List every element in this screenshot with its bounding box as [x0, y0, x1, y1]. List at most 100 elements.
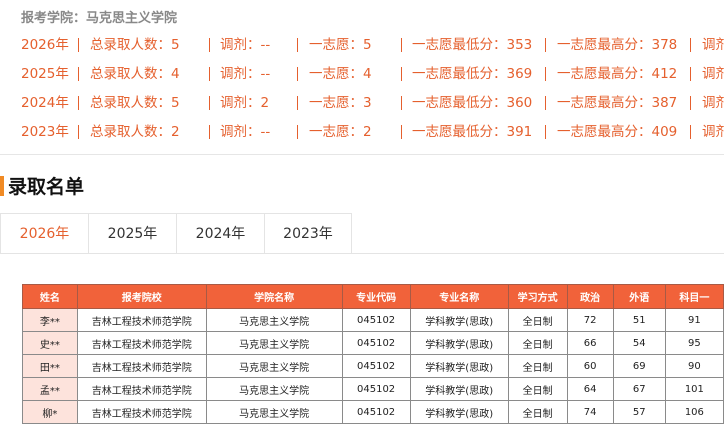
cell-foreign-language: 67 — [612, 377, 666, 401]
tab-2026[interactable]: 2026年 — [0, 213, 89, 254]
stat-adjust: 调剂：-- — [220, 66, 271, 82]
cell-school: 吉林工程技术师范学院 — [76, 400, 207, 424]
stat-year: 2023年 — [21, 124, 69, 140]
table-row: 史** 吉林工程技术师范学院 马克思主义学院 045102 学科教学(思政) 全… — [22, 331, 724, 355]
divider — [545, 67, 546, 81]
stat-adjust: 调剂：-- — [220, 37, 271, 53]
stat-max-score: 一志愿最高分：387 — [557, 95, 678, 111]
cell-study-mode: 全日制 — [507, 377, 568, 401]
cell-name: 史** — [22, 331, 78, 355]
divider — [401, 125, 402, 139]
cell-school: 吉林工程技术师范学院 — [76, 308, 207, 332]
cell-subject-one: 101 — [664, 377, 724, 401]
divider — [78, 96, 79, 110]
cell-major-name: 学科教学(思政) — [409, 354, 509, 378]
cell-name: 田** — [22, 354, 78, 378]
divider — [401, 38, 402, 52]
cell-foreign-language: 57 — [612, 400, 666, 424]
divider — [297, 67, 298, 81]
stat-total: 总录取人数：4 — [90, 66, 180, 82]
admission-summary-panel: 报考学院：马克思主义学院 2026年 总录取人数：5 调剂：-- 一志愿：5 一… — [0, 0, 724, 155]
cell-study-mode: 全日制 — [507, 331, 568, 355]
col-header-politics: 政治 — [566, 284, 614, 309]
school-header: 报考学院：马克思主义学院 — [21, 11, 178, 26]
stat-total: 总录取人数：5 — [90, 95, 180, 111]
cell-politics: 64 — [566, 377, 614, 401]
cell-major-name: 学科教学(思政) — [409, 377, 509, 401]
cell-subject-one: 91 — [664, 308, 724, 332]
divider — [209, 38, 210, 52]
stat-year: 2026年 — [21, 37, 69, 53]
tab-2024[interactable]: 2024年 — [176, 213, 265, 254]
divider — [690, 125, 691, 139]
stat-min-score: 一志愿最低分：360 — [412, 95, 533, 111]
stat-adjust: 调剂：2 — [220, 95, 270, 111]
divider — [401, 96, 402, 110]
stat-min-score: 一志愿最低分：353 — [412, 37, 533, 53]
cell-major-code: 045102 — [341, 377, 411, 401]
cell-foreign-language: 54 — [612, 331, 666, 355]
cell-study-mode: 全日制 — [507, 400, 568, 424]
table-row: 田** 吉林工程技术师范学院 马克思主义学院 045102 学科教学(思政) 全… — [22, 354, 724, 378]
divider — [690, 96, 691, 110]
stat-min-score: 一志愿最低分：391 — [412, 124, 533, 140]
cell-school: 吉林工程技术师范学院 — [76, 354, 207, 378]
stat-year: 2024年 — [21, 95, 69, 111]
divider — [78, 67, 79, 81]
stat-total: 总录取人数：2 — [90, 124, 180, 140]
divider — [297, 38, 298, 52]
cell-major-code: 045102 — [341, 354, 411, 378]
tab-2023[interactable]: 2023年 — [264, 213, 352, 254]
col-header-major-code: 专业代码 — [341, 284, 411, 309]
cell-subject-one: 95 — [664, 331, 724, 355]
stat-max-score: 一志愿最高分：412 — [557, 66, 678, 82]
divider — [209, 125, 210, 139]
stat-tail: 调剂 — [702, 37, 724, 53]
stat-max-score: 一志愿最高分：378 — [557, 37, 678, 53]
cell-foreign-language: 51 — [612, 308, 666, 332]
tab-2025[interactable]: 2025年 — [88, 213, 177, 254]
divider — [209, 96, 210, 110]
cell-major-code: 045102 — [341, 308, 411, 332]
cell-name: 孟** — [22, 377, 78, 401]
cell-subject-one: 106 — [664, 400, 724, 424]
cell-politics: 60 — [566, 354, 614, 378]
cell-politics: 74 — [566, 400, 614, 424]
stat-first-choice: 一志愿：5 — [309, 37, 372, 53]
stat-max-score: 一志愿最高分：409 — [557, 124, 678, 140]
table-row: 李** 吉林工程技术师范学院 马克思主义学院 045102 学科教学(思政) 全… — [22, 308, 724, 332]
divider — [690, 67, 691, 81]
cell-politics: 66 — [566, 331, 614, 355]
col-header-subject-one: 科目一 — [664, 284, 724, 309]
col-header-major-name: 专业名称 — [409, 284, 509, 309]
stat-tail: 调剂 — [702, 124, 724, 140]
divider — [690, 38, 691, 52]
stat-tail: 调剂 — [702, 66, 724, 82]
table-header-row: 姓名 报考院校 学院名称 专业代码 专业名称 学习方式 政治 外语 科目一 — [22, 284, 724, 309]
section-title: 录取名单 — [8, 176, 85, 198]
col-header-foreign-language: 外语 — [612, 284, 666, 309]
divider — [297, 96, 298, 110]
table-row: 孟** 吉林工程技术师范学院 马克思主义学院 045102 学科教学(思政) 全… — [22, 377, 724, 401]
stat-year: 2025年 — [21, 66, 69, 82]
divider — [297, 125, 298, 139]
stat-first-choice: 一志愿：4 — [309, 66, 372, 82]
col-header-study-mode: 学习方式 — [507, 284, 568, 309]
cell-college: 马克思主义学院 — [205, 377, 343, 401]
cell-name: 李** — [22, 308, 78, 332]
divider — [545, 125, 546, 139]
tab-underline — [0, 253, 724, 254]
col-header-name: 姓名 — [22, 284, 78, 309]
divider — [545, 96, 546, 110]
cell-major-name: 学科教学(思政) — [409, 308, 509, 332]
table-row: 柳* 吉林工程技术师范学院 马克思主义学院 045102 学科教学(思政) 全日… — [22, 400, 724, 424]
cell-major-name: 学科教学(思政) — [409, 331, 509, 355]
cell-subject-one: 90 — [664, 354, 724, 378]
stat-tail: 调剂 — [702, 95, 724, 111]
section-accent-bar — [0, 176, 4, 196]
cell-college: 马克思主义学院 — [205, 354, 343, 378]
admission-roster-table: 姓名 报考院校 学院名称 专业代码 专业名称 学习方式 政治 外语 科目一 李*… — [22, 284, 724, 424]
col-header-college: 学院名称 — [205, 284, 343, 309]
cell-college: 马克思主义学院 — [205, 400, 343, 424]
cell-major-name: 学科教学(思政) — [409, 400, 509, 424]
